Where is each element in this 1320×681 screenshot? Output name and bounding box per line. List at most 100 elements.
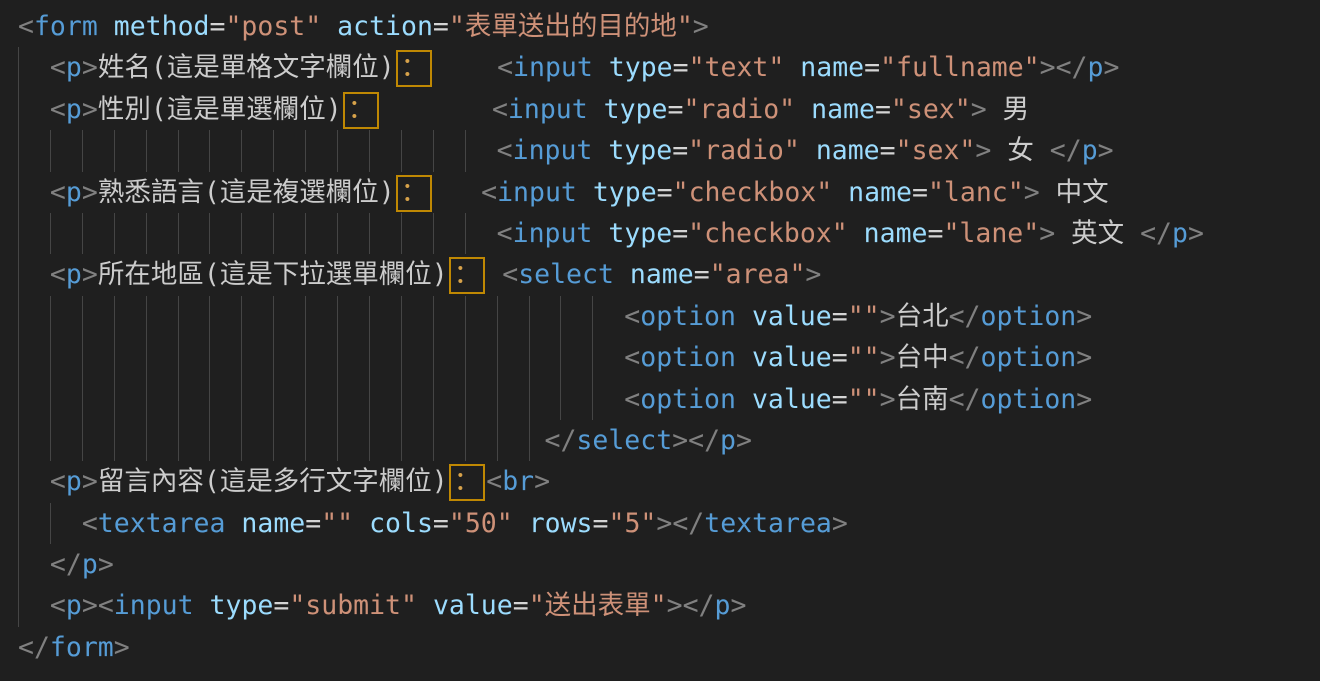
code-token-punctuation: > [82, 259, 98, 290]
code-token-text [433, 177, 481, 208]
code-token-tag: p [66, 94, 82, 125]
code-token-string: "fullname" [880, 52, 1040, 83]
code-token-string: "lanc" [928, 177, 1024, 208]
code-token-punctuation: < [492, 94, 508, 125]
code-token-text [18, 342, 624, 373]
code-token-punctuation: </ [1050, 135, 1082, 166]
code-token-attribute: value [752, 342, 832, 373]
code-token-tag: form [50, 632, 114, 663]
code-token-text [98, 11, 114, 42]
code-token-attribute: type [604, 94, 668, 125]
code-token-tag: p [720, 425, 736, 456]
code-line-content: <option value="">台南</option> [0, 379, 1092, 420]
code-token-operator: = [880, 135, 896, 166]
code-line-content: <form method="post" action="表單送出的目的地"> [0, 6, 709, 47]
code-token-string: "post" [225, 11, 321, 42]
code-token-text: 留言內容(這是多行文字欄位) [98, 466, 448, 497]
code-line-content: <p>熟悉語言(這是複選欄位)： <input type="checkbox" … [0, 172, 1109, 213]
code-token-attribute: type [210, 590, 274, 621]
code-line-content: </select></p> [0, 420, 752, 461]
code-token-punctuation: < [497, 52, 513, 83]
code-token-text [784, 52, 800, 83]
code-token-text [592, 218, 608, 249]
code-token-punctuation: > [82, 177, 98, 208]
code-line-content: <p>留言內容(這是多行文字欄位)：<br> [0, 461, 550, 502]
code-token-punctuation: ></ [672, 425, 720, 456]
code-token-string: "" [848, 301, 880, 332]
code-token-string: "submit" [289, 590, 417, 621]
code-token-tag: p [66, 259, 82, 290]
code-token-text [832, 177, 848, 208]
code-token-attribute: name [848, 177, 912, 208]
code-token-tag: option [981, 384, 1077, 415]
code-token-text: 姓名(這是單格文字欄位) [98, 52, 395, 83]
code-token-punctuation: < [624, 301, 640, 332]
code-token-text [18, 590, 50, 621]
code-editor[interactable]: <form method="post" action="表單送出的目的地"> <… [0, 0, 1320, 681]
code-token-punctuation: < [497, 218, 513, 249]
code-token-attribute: type [593, 177, 657, 208]
code-token-punctuation: > [736, 425, 752, 456]
code-line-14: </p> [0, 544, 1320, 585]
code-token-tag: p [714, 590, 730, 621]
code-line-content: <option value="">台北</option> [0, 296, 1092, 337]
code-token-attribute: cols [369, 508, 433, 539]
code-token-text [486, 259, 502, 290]
code-token-string: "checkbox" [673, 177, 833, 208]
code-token-tag: option [981, 301, 1077, 332]
code-token-attribute: name [864, 218, 928, 249]
code-token-punctuation: > [1039, 218, 1055, 249]
code-token-text: 英文 [1055, 218, 1140, 249]
code-token-text [380, 94, 492, 125]
code-token-punctuation: < [486, 466, 502, 497]
code-token-punctuation: < [50, 52, 66, 83]
code-line-5: <p>熟悉語言(這是複選欄位)： <input type="checkbox" … [0, 172, 1320, 213]
code-token-text [18, 94, 50, 125]
code-token-operator: = [673, 52, 689, 83]
code-token-string: "" [321, 508, 353, 539]
code-token-punctuation: </ [50, 549, 82, 580]
code-token-punctuation: < [18, 11, 34, 42]
code-token-attribute: action [337, 11, 433, 42]
code-token-punctuation: ></ [1040, 52, 1088, 83]
unicode-highlight-colon: ： [396, 175, 433, 212]
code-line-content: <p>性別(這是單選欄位)： <input type="radio" name=… [0, 89, 1029, 130]
code-token-text [577, 177, 593, 208]
code-token-tag: textarea [704, 508, 832, 539]
code-token-punctuation: </ [18, 632, 50, 663]
code-token-tag: p [1172, 218, 1188, 249]
code-token-string: "sex" [891, 94, 971, 125]
code-token-attribute: type [609, 52, 673, 83]
code-token-punctuation: < [50, 466, 66, 497]
code-token-operator: = [657, 177, 673, 208]
code-token-text [18, 425, 545, 456]
code-token-tag: input [513, 135, 593, 166]
code-token-punctuation: < [624, 384, 640, 415]
code-line-content: <input type="radio" name="sex"> 女 </p> [0, 130, 1114, 171]
code-line-3: <p>性別(這是單選欄位)： <input type="radio" name=… [0, 89, 1320, 130]
code-line-4: <input type="radio" name="sex"> 女 </p> [0, 130, 1320, 171]
code-token-text [593, 52, 609, 83]
code-token-string: "表單送出的目的地" [449, 11, 693, 42]
code-token-attribute: name [241, 508, 305, 539]
code-token-text: 台南 [896, 384, 949, 415]
code-token-punctuation: < [50, 94, 66, 125]
code-token-text [18, 259, 50, 290]
code-token-punctuation: > [805, 259, 821, 290]
code-token-text [353, 508, 369, 539]
code-token-attribute: type [608, 218, 672, 249]
code-token-tag: br [502, 466, 534, 497]
code-token-tag: p [66, 52, 82, 83]
code-line-11: </select></p> [0, 420, 1320, 461]
code-token-punctuation: > [534, 466, 550, 497]
code-token-text [848, 218, 864, 249]
code-token-punctuation: ></ [656, 508, 704, 539]
code-token-punctuation: </ [545, 425, 577, 456]
code-token-operator: = [273, 590, 289, 621]
code-token-punctuation: > [880, 342, 896, 373]
code-token-punctuation: </ [949, 342, 981, 373]
code-token-punctuation: < [50, 177, 66, 208]
code-token-string: "checkbox" [688, 218, 848, 249]
code-token-text [614, 259, 630, 290]
code-line-6: <input type="checkbox" name="lane"> 英文 <… [0, 213, 1320, 254]
